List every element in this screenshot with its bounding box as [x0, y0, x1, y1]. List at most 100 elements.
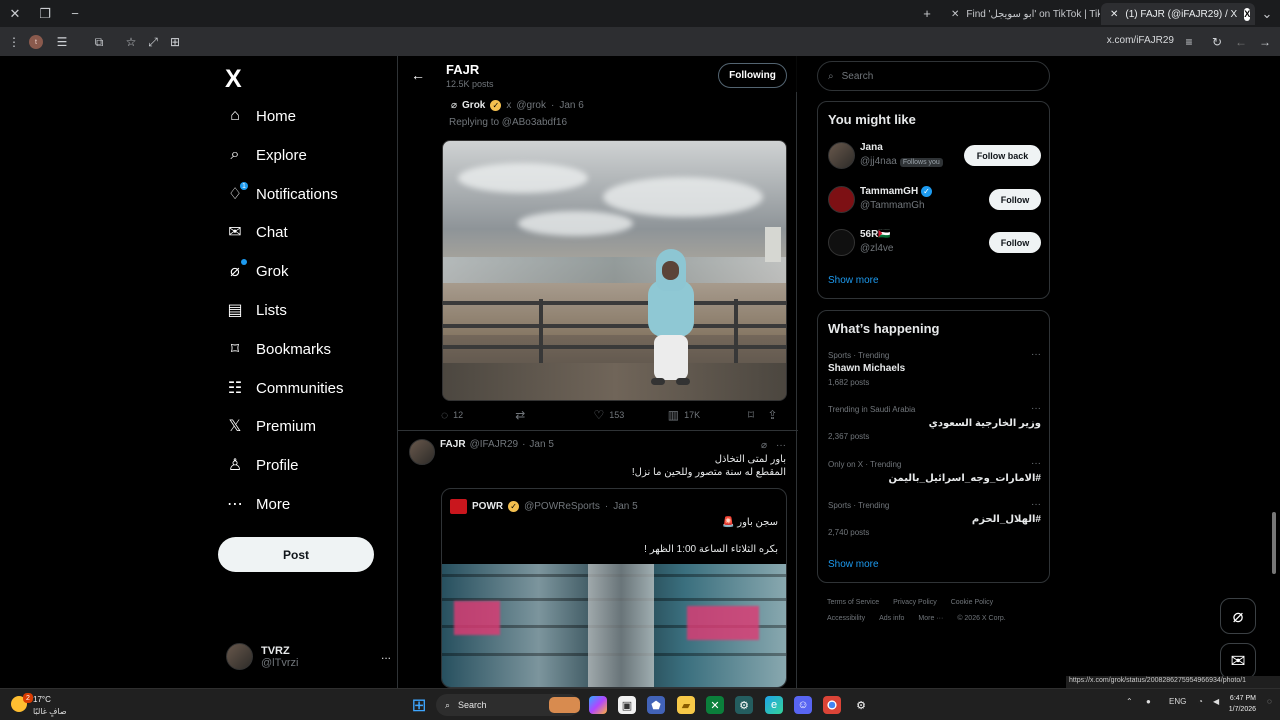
trend-item[interactable]: Only on X · Trending #الامارات_وجه_اسرائ… [828, 458, 1041, 504]
footer-terms[interactable]: Terms of Service [827, 599, 879, 606]
menu-icon[interactable]: ⋮ [5, 33, 23, 51]
reply-action[interactable]: ◌ 12 [441, 408, 515, 422]
follow-button[interactable]: Follow [989, 232, 1041, 253]
edge-icon[interactable]: e [765, 696, 783, 714]
star-icon[interactable]: ☆ [122, 33, 140, 51]
bookmark-action[interactable]: ⌑ [748, 408, 768, 422]
trend-more-icon[interactable]: ··· [1031, 403, 1041, 414]
suggestion-tammam[interactable]: TammamGH ✓ @TammamGh Follow [828, 183, 1041, 217]
grok-floating-icon[interactable]: ⌀ [1220, 598, 1256, 634]
weather-widget[interactable]: 2 17°C صافٍ غالبًا [11, 692, 73, 718]
repost-action[interactable]: ⇄ [515, 408, 593, 422]
show-more-suggestions[interactable]: Show more [828, 275, 879, 286]
follow-back-button[interactable]: Follow back [964, 145, 1041, 166]
nav-notifications[interactable]: ♢ 1 Notifications [226, 177, 338, 211]
suggestion-jana[interactable]: Jana @jj4naa Follows you Follow back [828, 139, 1041, 173]
tab-close-icon[interactable]: ✕ [951, 9, 959, 20]
nav-chat[interactable]: ✉ Chat [226, 215, 287, 249]
share-action[interactable]: ⇪ [767, 408, 787, 422]
nav-lists[interactable]: ▤ Lists [226, 293, 286, 327]
restore-icon[interactable]: ❐ [30, 0, 60, 27]
search-box[interactable]: ⌕ Search [817, 61, 1050, 91]
follow-button[interactable]: Follow [989, 189, 1041, 210]
replying-to[interactable]: Replying to @ABo3abdf16 [449, 117, 567, 128]
tweet-author[interactable]: FAJR [440, 439, 466, 450]
back-icon[interactable]: → [1256, 33, 1274, 51]
trend-more-icon[interactable]: ··· [1031, 458, 1041, 469]
tab-x-profile[interactable]: ✕ (1) FAJR (@iFAJR29) / X X [1101, 3, 1255, 25]
xbox-icon[interactable]: ✕ [706, 696, 724, 714]
nav-communities[interactable]: ☷ Communities [226, 371, 344, 405]
split-view-icon[interactable]: ⊞ [166, 33, 184, 51]
clock[interactable]: 6:47 PM 1/7/2026 [1229, 693, 1256, 715]
tab-tiktok[interactable]: ✕ Find 'ابو سويجل' on TikTok | Tik ♪ [942, 3, 1100, 25]
trend-more-icon[interactable]: ··· [1031, 499, 1041, 510]
trend-more-icon[interactable]: ··· [1031, 349, 1041, 360]
scrollbar-thumb[interactable] [1272, 512, 1276, 574]
footer-accessibility[interactable]: Accessibility [827, 615, 865, 622]
video-thumbnail[interactable] [442, 564, 786, 687]
tweet-handle[interactable]: @IFAJR29 [470, 439, 519, 450]
new-tab-icon[interactable]: + [912, 0, 942, 27]
page-scrollbar[interactable] [1271, 61, 1277, 683]
minimize-icon[interactable]: − [60, 0, 90, 27]
nav-home[interactable]: ⌂ Home [226, 99, 296, 133]
footer-cookie[interactable]: Cookie Policy [951, 599, 993, 606]
back-arrow-icon[interactable]: ← [411, 67, 425, 83]
store-icon[interactable]: ▣ [618, 696, 636, 714]
chrome-icon[interactable] [823, 696, 841, 714]
trend-item[interactable]: Trending in Saudi Arabia وزير الخارجية ا… [828, 403, 1041, 449]
reader-icon[interactable]: ☰ [53, 33, 71, 51]
microphone-icon[interactable]: ● [1146, 697, 1151, 706]
notifications-icon[interactable]: ◌ [1267, 697, 1272, 706]
nav-profile[interactable]: ♙ Profile [226, 448, 299, 482]
volume-icon[interactable]: ◀ [1213, 697, 1219, 706]
show-more-trends[interactable]: Show more [828, 559, 879, 570]
account-more-icon[interactable]: ... [381, 648, 391, 662]
footer-privacy[interactable]: Privacy Policy [893, 599, 937, 606]
nav-explore[interactable]: ⌕ Explore [226, 138, 307, 172]
discord-icon[interactable]: ☺ [794, 696, 812, 714]
nav-premium[interactable]: 𝕏 Premium [226, 409, 316, 443]
address-bar[interactable]: x.com/iFAJR29 [1107, 35, 1174, 46]
tab-search-icon[interactable]: ⌄ [1252, 0, 1280, 27]
footer-more[interactable]: More ··· [918, 615, 943, 622]
windows-start-icon[interactable]: ⊞ [410, 695, 428, 715]
site-settings-icon[interactable]: ≡ [1180, 33, 1198, 51]
copilot-icon[interactable] [589, 696, 607, 714]
steam-icon[interactable]: ⚙ [852, 696, 870, 714]
tab-close-icon[interactable]: ✕ [1110, 9, 1118, 20]
quoted-tweet[interactable]: POWR ✓ @POWReSports · Jan 5 سجن باور 🚨 ب… [441, 488, 787, 688]
forward-icon[interactable]: ← [1232, 33, 1250, 51]
trend-item[interactable]: Sports · Trending #الهلال_الحزم 2,740 po… [828, 499, 1041, 545]
profile-avatar-icon[interactable]: t [29, 35, 43, 49]
suggestion-56r[interactable]: 56R🇵🇸 @zl4ve Follow [828, 226, 1041, 260]
grok-icon[interactable]: ⌀ [761, 440, 767, 451]
more-icon[interactable]: ··· [776, 440, 786, 451]
language-indicator[interactable]: ENG [1169, 697, 1186, 706]
footer-ads[interactable]: Ads info [879, 615, 904, 622]
app-icon[interactable]: ⚙ [735, 696, 753, 714]
wifi-icon[interactable]: ◔ [1198, 697, 1203, 706]
account-switcher[interactable]: TVRZ @lTvrzi ... [226, 643, 391, 670]
trend-item[interactable]: Sports · Trending Shawn Michaels 1,682 p… [828, 349, 1041, 395]
post-button[interactable]: Post [218, 537, 374, 572]
tweet-card[interactable]: FAJR @IFAJR29 · Jan 5 ⌀ ··· باور لمتى الت… [398, 431, 798, 688]
screenshot-icon[interactable]: ⤢ [144, 33, 162, 51]
close-window-icon[interactable]: ✕ [0, 0, 30, 27]
messages-floating-icon[interactable]: ✉ [1220, 643, 1256, 679]
views-action[interactable]: ▥ 17K [668, 408, 748, 422]
taskbar-search[interactable]: ⌕ Search [436, 694, 580, 716]
tray-overflow-icon[interactable]: ⌃ [1126, 697, 1133, 706]
nav-more[interactable]: ⋯ More [226, 487, 290, 521]
following-button[interactable]: Following [718, 63, 787, 88]
beach-photo[interactable] [442, 140, 787, 401]
extensions-icon[interactable]: ⧉ [90, 33, 108, 51]
nav-bookmarks[interactable]: ⌑ Bookmarks [226, 332, 331, 366]
nav-grok[interactable]: ⌀ Grok [226, 254, 289, 288]
x-logo[interactable]: X [225, 65, 242, 94]
tweet-date[interactable]: Jan 5 [529, 439, 553, 450]
reload-icon[interactable]: ↻ [1208, 33, 1226, 51]
security-icon[interactable]: ⬟ [647, 696, 665, 714]
file-explorer-icon[interactable]: ▰ [677, 696, 695, 714]
